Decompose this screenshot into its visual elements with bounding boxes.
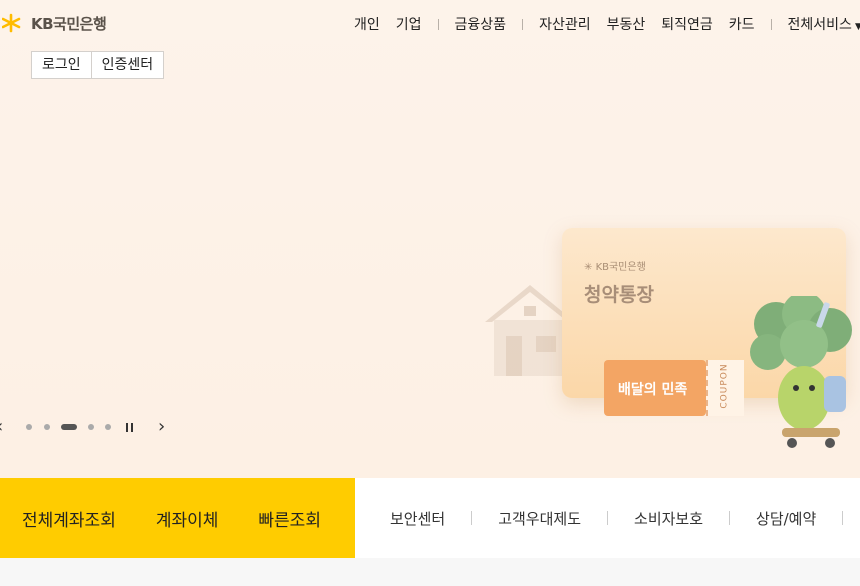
- consumer-protection-link[interactable]: 소비자보호: [634, 508, 703, 529]
- coupon-body: 배달의 민족: [604, 360, 706, 416]
- sub-menu-divider: [607, 511, 609, 525]
- kb-star-icon: [2, 13, 21, 33]
- quick-inquiry-button[interactable]: 빠른조회: [258, 506, 321, 531]
- nav-personal[interactable]: 개인: [354, 14, 380, 34]
- caret-down-icon: ▼: [854, 22, 860, 32]
- pause-icon[interactable]: [126, 423, 134, 432]
- security-center-link[interactable]: 보안센터: [390, 508, 445, 529]
- coupon-stub-text: COUPON: [719, 363, 730, 409]
- nav-asset-management[interactable]: 자산관리: [539, 14, 591, 34]
- next-slide-icon[interactable]: ›: [158, 416, 165, 437]
- card-title: 청약통장: [584, 284, 654, 306]
- sub-menu-divider: [471, 511, 473, 525]
- card-logo: ✳ KB국민은행: [584, 262, 646, 273]
- slide-dot-5[interactable]: [105, 424, 111, 430]
- kb-logo[interactable]: KB국민은행: [2, 12, 107, 34]
- transfer-button[interactable]: 계좌이체: [156, 506, 219, 531]
- coupon-stub: COUPON: [706, 360, 744, 416]
- slide-dot-3-active[interactable]: [61, 424, 77, 430]
- mascot-illustration: [750, 296, 852, 448]
- login-button[interactable]: 로그인: [32, 52, 91, 78]
- coupon-illustration: 배달의 민족 COUPON: [604, 360, 744, 416]
- all-accounts-button[interactable]: 전체계좌조회: [22, 506, 116, 531]
- slide-dot-4[interactable]: [88, 424, 94, 430]
- nav-divider: [770, 18, 772, 30]
- nav-divider: [437, 18, 439, 30]
- nav-divider: [522, 18, 524, 30]
- nav-products[interactable]: 금융상품: [455, 14, 507, 34]
- nav-pension[interactable]: 퇴직연금: [661, 14, 713, 34]
- nav-card[interactable]: 카드: [729, 14, 755, 34]
- nav-business[interactable]: 기업: [396, 14, 422, 34]
- consultation-link[interactable]: 상담/예약: [756, 508, 816, 529]
- main-banner[interactable]: KB국민은행 개인 기업 금융상품 자산관리 부동산 퇴직연금 카드 전체서비스…: [0, 0, 860, 478]
- global-nav: 개인 기업 금융상품 자산관리 부동산 퇴직연금 카드 전체서비스 ▼: [354, 14, 860, 34]
- nav-all-services-label: 전체서비스: [787, 17, 852, 33]
- cert-center-button[interactable]: 인증센터: [90, 52, 164, 78]
- slide-dot-2[interactable]: [44, 424, 50, 430]
- auth-box: 로그인 인증센터: [31, 51, 165, 79]
- sub-menu: 보안센터 고객우대제도 소비자보호 상담/예약: [355, 478, 860, 558]
- quick-menu: 전체계좌조회 계좌이체 빠른조회: [0, 478, 355, 558]
- banner-carousel-controls: ‹ ›: [0, 416, 180, 438]
- sub-menu-divider: [729, 511, 731, 525]
- coupon-label: 배달의 민족: [618, 382, 688, 398]
- prev-slide-icon[interactable]: ‹: [0, 416, 3, 437]
- sub-menu-divider: [842, 511, 844, 525]
- brand-name: KB국민은행: [31, 14, 107, 33]
- nav-real-estate[interactable]: 부동산: [607, 14, 646, 34]
- nav-all-services[interactable]: 전체서비스 ▼: [788, 14, 860, 34]
- slide-dot-1[interactable]: [26, 424, 32, 430]
- customer-benefit-link[interactable]: 고객우대제도: [498, 508, 581, 529]
